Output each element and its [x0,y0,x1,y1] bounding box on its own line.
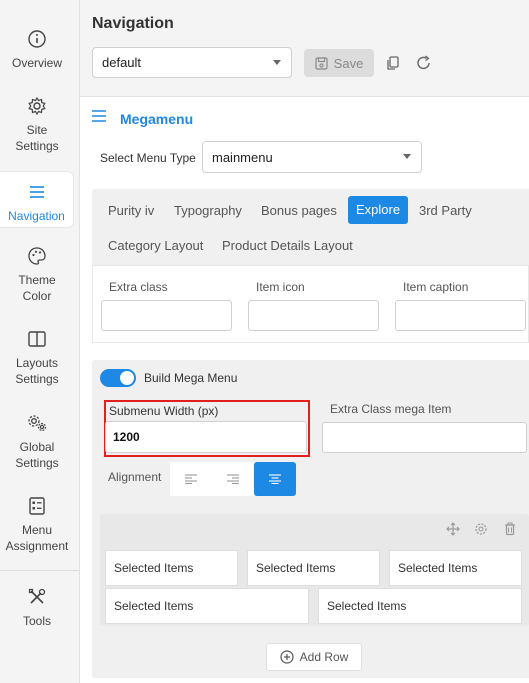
extra-class-mega-label: Extra Class mega Item [330,402,452,416]
sidebar-item-site-settings[interactable]: Site Settings [0,95,74,154]
page-title: Navigation [92,15,174,32]
align-center-icon [269,474,281,484]
add-row-button[interactable]: Add Row [266,643,362,671]
mega-menu-panel: Build Mega Menu Submenu Width (px) 1200 … [92,360,529,678]
extra-class-input[interactable] [101,300,232,331]
tab-product-details-layout[interactable]: Product Details Layout [222,238,353,253]
sidebar-item-label: Menu Assignment [5,523,69,553]
hamburger-icon [92,109,106,123]
sidebar-item-label: Site Settings [15,123,59,153]
menu-type-label: Select Menu Type [100,151,196,165]
sidebar-item-label: Layouts Settings [15,356,59,386]
gear-icon [26,95,48,117]
submenu-width-highlight: Submenu Width (px) 1200 [104,400,310,457]
submenu-width-input[interactable]: 1200 [105,421,307,453]
sidebar-item-theme-color[interactable]: Theme Color [0,245,74,304]
mega-menu-grid: Selected Items Selected Items Selected I… [100,514,529,626]
grid-cell[interactable]: Selected Items [389,550,522,586]
item-fields-box: Extra class Item icon Item caption [92,265,529,343]
palette-icon [26,245,48,267]
align-left-icon [185,474,197,484]
chevron-down-icon [403,154,411,159]
align-right-icon [227,474,239,484]
tools-icon [26,586,48,608]
sidebar: Overview Site Settings Navigation Theme … [0,0,80,683]
sidebar-item-label: Overview [11,56,62,70]
extra-class-label: Extra class [109,280,168,294]
save-button-label: Save [333,55,364,71]
sidebar-item-global-settings[interactable]: Global Settings [0,412,74,471]
item-icon-label: Item icon [256,280,305,294]
grid-cell[interactable]: Selected Items [105,588,309,624]
hamburger-icon [26,181,48,203]
grid-cell[interactable]: Selected Items [318,588,522,624]
build-mega-menu-label: Build Mega Menu [144,371,238,385]
info-circle-icon [26,28,48,50]
menu-type-select[interactable]: mainmenu [202,141,422,173]
menu-tabs-panel: Purity iv Typography Bonus pages Explore… [92,189,529,343]
sidebar-item-label: Global Settings [15,440,59,470]
tab-category-layout[interactable]: Category Layout [108,238,203,253]
megamenu-content: Megamenu Select Menu Type mainmenu Purit… [80,96,529,683]
tab-explore[interactable]: Explore [348,196,409,224]
grid-cell[interactable]: Selected Items [105,550,238,586]
tab-typography[interactable]: Typography [174,203,242,218]
move-icon[interactable] [446,522,460,536]
sidebar-item-label: Theme Color [18,273,56,303]
item-icon-input[interactable] [248,300,379,331]
save-icon [315,56,328,70]
main-area: Navigation default Save Megamenu Select … [80,0,529,683]
sidebar-item-layouts-settings[interactable]: Layouts Settings [0,328,74,387]
sidebar-item-navigation[interactable]: Navigation [0,171,74,228]
add-row-label: Add Row [299,650,349,664]
preset-select[interactable]: default [92,47,292,78]
refresh-icon[interactable] [415,54,433,72]
item-caption-input[interactable] [395,300,526,331]
sidebar-divider [0,570,79,571]
grid-cell[interactable]: Selected Items [247,550,380,586]
align-center-button[interactable] [254,462,296,496]
section-title: Megamenu [120,111,194,127]
item-caption-label: Item caption [403,280,469,294]
extra-class-mega-input[interactable] [322,422,527,453]
tab-3rd-party[interactable]: 3rd Party [419,203,472,218]
menu-type-value: mainmenu [212,149,273,165]
chevron-down-icon [273,59,281,65]
gear-icon[interactable] [474,522,488,536]
sidebar-item-tools[interactable]: Tools [0,586,74,629]
save-button[interactable]: Save [304,49,374,77]
align-right-button[interactable] [212,462,254,496]
submenu-width-label: Submenu Width (px) [109,404,219,418]
sidebar-item-label: Tools [22,614,51,628]
trash-icon[interactable] [503,522,517,536]
alignment-label: Alignment [108,470,162,484]
copy-icon[interactable] [384,54,402,72]
checklist-icon [26,495,48,517]
tab-purity-iv[interactable]: Purity iv [108,203,154,218]
preset-select-value: default [102,55,142,70]
align-left-button[interactable] [170,462,212,496]
sidebar-item-menu-assignment[interactable]: Menu Assignment [0,495,74,554]
build-mega-menu-toggle[interactable] [100,369,136,387]
gears-icon [26,412,48,434]
sidebar-item-label: Navigation [8,209,65,223]
sidebar-item-overview[interactable]: Overview [0,28,74,71]
alignment-group [170,462,298,496]
plus-circle-icon [280,650,294,664]
toggle-knob [120,371,134,385]
columns-icon [26,328,48,350]
tab-bonus-pages[interactable]: Bonus pages [261,203,337,218]
